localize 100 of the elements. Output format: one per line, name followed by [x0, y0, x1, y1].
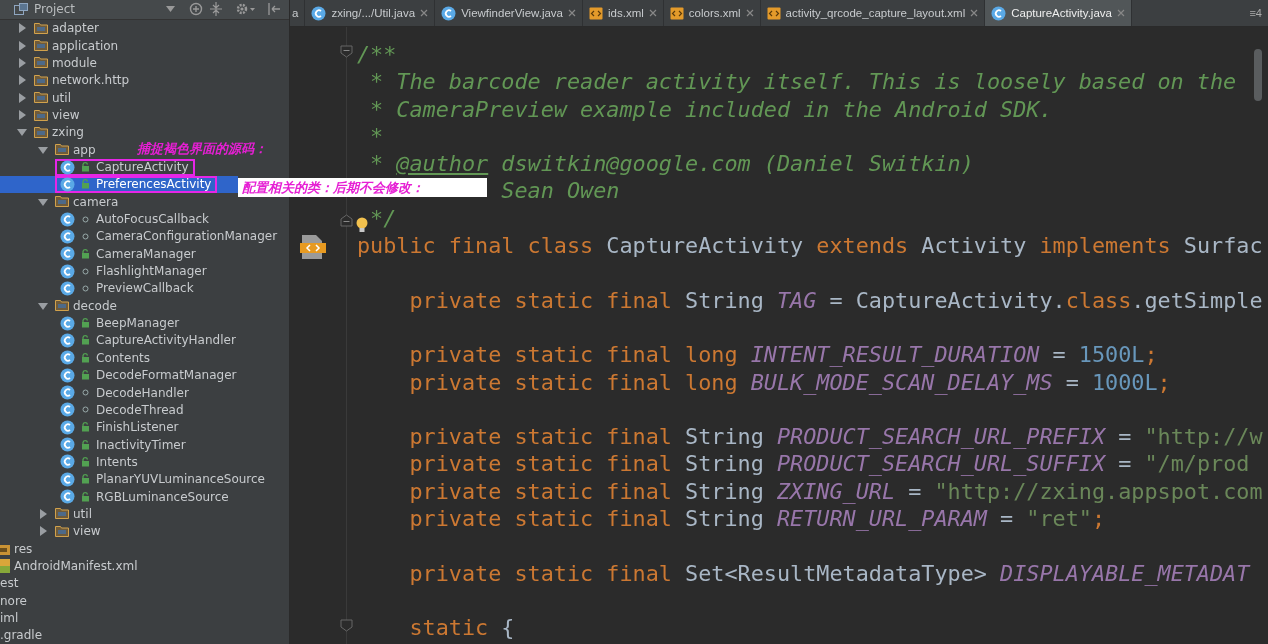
class-icon	[60, 437, 75, 453]
lock-icon	[81, 491, 90, 502]
tab-overflow-menu[interactable]: ≡4	[1243, 0, 1268, 26]
folder-icon	[34, 22, 48, 34]
tree-row[interactable]: util	[0, 89, 75, 107]
collapse-icon[interactable]	[209, 2, 223, 17]
class-icon	[60, 263, 75, 279]
close-icon[interactable]	[648, 9, 657, 17]
tree-row[interactable]: BeepManager	[0, 314, 190, 332]
lock-icon	[81, 248, 90, 259]
dot-icon	[82, 389, 89, 396]
tree-row[interactable]: network.http	[0, 71, 134, 89]
tree-row[interactable]: FlashlightManager	[0, 262, 217, 280]
tree-row[interactable]: CaptureActivityHandler	[0, 331, 246, 350]
editor-tab[interactable]: ids.xml	[583, 0, 664, 26]
folder-icon	[0, 542, 10, 555]
close-icon[interactable]	[568, 9, 576, 17]
tree-row[interactable]: CameraManager	[0, 245, 206, 263]
file-label: AndroidManifest.xml	[14, 558, 138, 573]
folder-icon	[34, 92, 48, 104]
tree-row[interactable]: DecodeThread	[0, 401, 194, 419]
class-icon	[60, 246, 75, 262]
folder-label: util	[73, 506, 92, 521]
folder-label: zxing	[52, 125, 84, 140]
folder-label: view	[52, 108, 80, 122]
editor-tab[interactable]: colors.xml	[663, 0, 761, 26]
file-type-icon[interactable]	[300, 234, 326, 260]
code-line: */	[370, 205, 397, 231]
tree-row[interactable]: CameraConfigurationManager	[0, 227, 288, 246]
tree-row[interactable]: DecodeHandler	[0, 383, 199, 402]
class-label: BeepManager	[96, 316, 180, 331]
expand-arrow-icon[interactable]	[37, 525, 49, 538]
class-icon	[60, 419, 75, 435]
file-label: res	[14, 541, 33, 556]
class-label: RGBLuminanceSource	[96, 489, 229, 504]
editor-tab[interactable]: CaptureActivity.java	[985, 0, 1132, 26]
fold-marker-icon[interactable]	[340, 214, 353, 227]
code-line: private static final String PRODUCT_SEARCH_URL_PREFIX = "http://w	[409, 424, 1263, 450]
fold-marker-icon[interactable]	[340, 619, 353, 632]
folder-icon	[55, 144, 69, 156]
dropdown-caret-icon[interactable]	[166, 6, 175, 13]
expand-arrow-icon[interactable]	[16, 22, 28, 35]
tree-row[interactable]: camera	[0, 193, 123, 211]
lock-icon	[81, 179, 90, 190]
tree-row[interactable]: DecodeFormatManager	[0, 366, 247, 384]
close-icon[interactable]	[420, 9, 429, 17]
expand-arrow-icon[interactable]	[16, 74, 28, 87]
tree-row[interactable]: decode	[0, 297, 121, 315]
tree-row[interactable]: PreferencesActivity	[0, 175, 238, 194]
tree-row[interactable]: Contents	[0, 349, 160, 367]
code-line: private static final long BULK_MODE_SCAN_DELAY_MS = 1000L;	[409, 369, 1171, 395]
tree-row[interactable]: view	[0, 522, 105, 540]
editor-tab[interactable]: zxing/.../Util.java	[305, 0, 436, 26]
class-icon	[60, 489, 75, 505]
dot-icon	[82, 406, 89, 414]
expand-arrow-icon[interactable]	[16, 91, 28, 104]
tree-row[interactable]: CaptureActivity	[0, 158, 199, 176]
tree-row[interactable]: application	[0, 36, 123, 55]
scrollbar-thumb[interactable]	[1254, 49, 1262, 101]
class-icon	[60, 402, 75, 418]
tree-row[interactable]: InactivityTimer	[0, 435, 196, 454]
tree-row[interactable]: Intents	[0, 453, 148, 471]
file-label: .gradle	[0, 628, 43, 643]
expand-arrow-icon[interactable]	[16, 109, 28, 121]
folder-label: network.http	[52, 73, 130, 88]
tree-row[interactable]: zxing	[0, 123, 88, 142]
fold-marker-icon[interactable]	[340, 45, 353, 58]
tree-row[interactable]: module	[0, 54, 101, 72]
target-icon[interactable]	[189, 2, 203, 17]
tree-row[interactable]: util	[0, 505, 96, 523]
tree-row[interactable]: adapter	[0, 19, 103, 37]
close-icon[interactable]	[745, 9, 754, 17]
tree-row[interactable]: PreviewCallback	[0, 279, 204, 298]
tree-row[interactable]: AutoFocusCallback	[0, 210, 220, 228]
class-icon	[60, 176, 75, 192]
class-label: CameraManager	[96, 246, 196, 261]
code-line: * @author dswitkin@google.com (Daniel Switkin)	[370, 151, 974, 177]
expand-arrow-icon[interactable]	[16, 39, 28, 52]
folder-label: module	[52, 56, 97, 70]
lock-icon	[81, 439, 90, 450]
expand-arrow-icon[interactable]	[16, 57, 28, 69]
tree-row[interactable]: FinishListener	[0, 418, 189, 436]
settings-icon[interactable]	[235, 2, 255, 17]
tree-row[interactable]: PlanarYUVLuminanceSource	[0, 470, 275, 488]
folder-icon	[34, 57, 48, 69]
editor-tab[interactable]: a	[290, 0, 306, 26]
folder-label: view	[73, 524, 101, 539]
hide-panel-icon[interactable]	[267, 2, 281, 17]
tree-row[interactable]: app	[0, 141, 100, 159]
folder-label: application	[52, 38, 119, 53]
class-icon	[991, 5, 1007, 21]
editor-tab[interactable]: ViewfinderView.java	[435, 0, 583, 26]
class-label: PlanarYUVLuminanceSource	[96, 472, 265, 487]
close-icon[interactable]	[1116, 9, 1125, 17]
lightbulb-icon[interactable]	[356, 217, 368, 233]
close-icon[interactable]	[970, 9, 979, 17]
tree-row[interactable]: RGBLuminanceSource	[0, 487, 239, 506]
expand-arrow-icon[interactable]	[37, 507, 49, 520]
class-label: DecodeFormatManager	[96, 368, 237, 383]
tree-row[interactable]: view	[0, 106, 84, 124]
